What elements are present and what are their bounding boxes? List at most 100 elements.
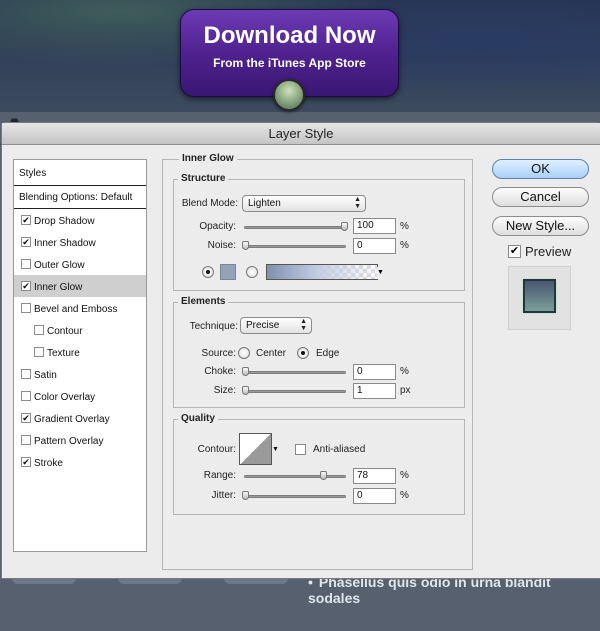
source-center-radio[interactable]: [238, 347, 250, 359]
style-item-inner-glow[interactable]: ✔ Inner Glow: [14, 275, 146, 297]
gradient-overlay-checkbox[interactable]: ✔: [21, 413, 31, 423]
style-item-label: Texture: [47, 348, 80, 359]
style-item-stroke[interactable]: ✔ Stroke: [14, 451, 146, 473]
style-item-inner-shadow[interactable]: ✔ Inner Shadow: [14, 231, 146, 253]
contour-picker[interactable]: ▼: [239, 433, 281, 465]
color-overlay-checkbox[interactable]: [21, 391, 31, 401]
choke-label: Choke:: [204, 366, 236, 377]
list-divider: [14, 185, 146, 186]
glow-color-swatch[interactable]: [220, 264, 236, 280]
range-slider[interactable]: [244, 471, 346, 480]
bevel-and-emboss-checkbox[interactable]: [21, 303, 31, 313]
anti-aliased-checkbox[interactable]: [295, 444, 306, 455]
texture-checkbox[interactable]: [34, 347, 44, 357]
elements-title: Elements: [178, 296, 229, 307]
style-item-label: Bevel and Emboss: [34, 304, 118, 315]
opacity-label: Opacity:: [199, 221, 236, 232]
chevron-down-icon[interactable]: ▼: [377, 267, 385, 279]
quality-group: Quality Contour: ▼ Anti-aliased Range: 7…: [173, 413, 465, 515]
style-item-label: Inner Shadow: [34, 238, 96, 249]
style-item-label: Satin: [34, 370, 57, 381]
jitter-unit: %: [400, 490, 409, 501]
choke-field[interactable]: 0: [353, 364, 396, 380]
gradient-mode-radio[interactable]: [246, 266, 258, 278]
style-item-label: Inner Glow: [34, 282, 83, 293]
inner-glow-checkbox[interactable]: ✔: [21, 281, 31, 291]
style-item-texture[interactable]: Texture: [14, 341, 146, 363]
contour-label: Contour:: [197, 444, 236, 455]
style-item-label: Contour: [47, 326, 83, 337]
style-item-label: Drop Shadow: [34, 216, 95, 227]
style-item-color-overlay[interactable]: Color Overlay: [14, 385, 146, 407]
style-item-satin[interactable]: Satin: [14, 363, 146, 385]
pattern-overlay-checkbox[interactable]: [21, 435, 31, 445]
preview-label: Preview: [525, 244, 572, 259]
noise-field[interactable]: 0: [353, 238, 396, 254]
size-slider-thumb[interactable]: [242, 386, 249, 395]
layer-style-dialog: Layer Style Styles Blending Options: Def…: [1, 122, 600, 579]
styles-header[interactable]: Styles: [19, 168, 46, 179]
preview-swatch: [523, 279, 556, 313]
chevron-updown-icon: ▲ ▼: [354, 196, 361, 210]
range-label: Range:: [203, 470, 236, 481]
noise-slider[interactable]: [242, 241, 346, 250]
choke-slider-thumb[interactable]: [242, 367, 249, 376]
glow-gradient-picker[interactable]: ▼: [266, 264, 385, 280]
style-item-gradient-overlay[interactable]: ✔ Gradient Overlay: [14, 407, 146, 429]
technique-label: Technique:: [189, 321, 238, 332]
chevron-down-icon[interactable]: ▼: [272, 444, 281, 456]
noise-slider-thumb[interactable]: [242, 241, 249, 250]
style-item-contour[interactable]: Contour: [14, 319, 146, 341]
drop-shadow-checkbox[interactable]: ✔: [21, 215, 31, 225]
choke-unit: %: [400, 366, 409, 377]
blend-mode-select[interactable]: Lighten ▲ ▼: [242, 195, 366, 212]
opacity-slider[interactable]: [244, 222, 348, 231]
source-edge-label: Edge: [316, 348, 340, 359]
outer-glow-checkbox[interactable]: [21, 259, 31, 269]
size-field[interactable]: 1: [353, 383, 396, 399]
dialog-title: Layer Style: [2, 123, 600, 145]
source-label: Source:: [201, 348, 236, 359]
banner-title: Download Now: [203, 22, 376, 49]
style-item-label: Gradient Overlay: [34, 414, 110, 425]
technique-value: Precise: [246, 320, 280, 331]
new-style-button[interactable]: New Style...: [492, 216, 589, 236]
size-unit: px: [400, 385, 411, 396]
ok-button[interactable]: OK: [492, 159, 589, 179]
style-item-bevel-and-emboss[interactable]: Bevel and Emboss: [14, 297, 146, 319]
preview-checkbox[interactable]: ✔: [508, 245, 521, 258]
jitter-slider[interactable]: [242, 491, 346, 500]
blend-mode-label: Blend Mode:: [181, 198, 238, 209]
inner-shadow-checkbox[interactable]: ✔: [21, 237, 31, 247]
style-item-outer-glow[interactable]: Outer Glow: [14, 253, 146, 275]
source-center-label: Center: [256, 348, 287, 359]
style-item-drop-shadow[interactable]: ✔ Drop Shadow: [14, 209, 146, 231]
satin-checkbox[interactable]: [21, 369, 31, 379]
range-unit: %: [400, 470, 409, 481]
blending-options[interactable]: Blending Options: Default: [19, 192, 132, 203]
panel-title: Inner Glow: [179, 153, 237, 164]
technique-select[interactable]: Precise ▲ ▼: [240, 317, 312, 334]
opacity-field[interactable]: 100: [353, 218, 396, 234]
opacity-unit: %: [400, 221, 409, 232]
range-slider-thumb[interactable]: [320, 471, 327, 480]
jitter-label: Jitter:: [211, 490, 236, 501]
cancel-button[interactable]: Cancel: [492, 187, 589, 207]
range-field[interactable]: 78: [353, 468, 396, 484]
anti-aliased-label: Anti-aliased: [313, 444, 366, 455]
stroke-checkbox[interactable]: ✔: [21, 457, 31, 467]
structure-title: Structure: [178, 173, 229, 184]
contour-checkbox[interactable]: [34, 325, 44, 335]
jitter-slider-thumb[interactable]: [242, 491, 249, 500]
style-item-pattern-overlay[interactable]: Pattern Overlay: [14, 429, 146, 451]
style-item-label: Stroke: [34, 458, 63, 469]
size-slider[interactable]: [242, 386, 346, 395]
preview-thumbnail: [508, 266, 571, 330]
opacity-slider-thumb[interactable]: [341, 222, 348, 231]
choke-slider[interactable]: [242, 367, 346, 376]
noise-label: Noise:: [207, 240, 236, 251]
style-item-label: Pattern Overlay: [34, 436, 104, 447]
color-mode-radio[interactable]: [202, 266, 214, 278]
source-edge-radio[interactable]: [297, 347, 309, 359]
jitter-field[interactable]: 0: [353, 488, 396, 504]
